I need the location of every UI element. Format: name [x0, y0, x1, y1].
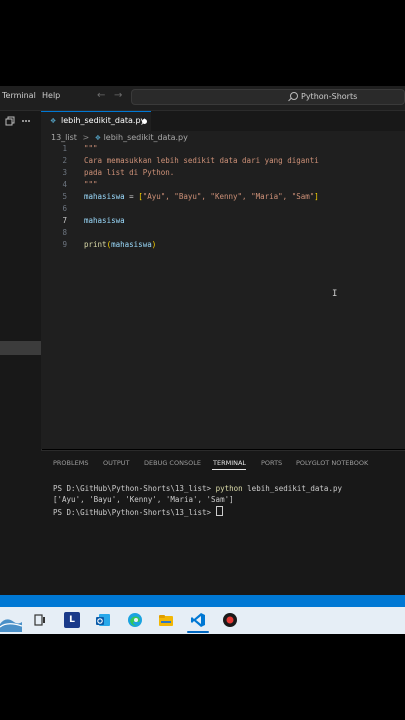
terminal-line-1[interactable]: PS D:\GitHub\Python-Shorts\13_list> pyth…	[53, 484, 342, 493]
outlook-icon[interactable]	[95, 612, 111, 628]
tab-ports[interactable]: PORTS	[261, 459, 282, 467]
code-line-2: Cara memasukkan lebih sedikit data dari …	[84, 156, 319, 165]
record-app-icon[interactable]	[222, 612, 238, 628]
launcher-l-icon[interactable]: L	[64, 612, 80, 628]
active-app-indicator	[187, 631, 209, 633]
edge-icon[interactable]	[127, 612, 143, 628]
editor-tab-row: ❖ lebih_sedikit_data.py	[41, 111, 405, 132]
bottom-panel: PROBLEMS OUTPUT DEBUG CONSOLE TERMINAL P…	[41, 450, 405, 596]
unsaved-dot-icon[interactable]	[142, 119, 147, 124]
tab-output[interactable]: OUTPUT	[103, 459, 130, 467]
terminal-args: lebih_sedikit_data.py	[242, 484, 342, 493]
line-number: 5	[62, 192, 67, 201]
terminal-prompt: PS D:\GitHub\Python-Shorts\13_list>	[53, 508, 216, 517]
line-number: 8	[62, 228, 67, 237]
code-line-7: mahasiswa	[84, 216, 125, 225]
tab-polyglot-notebook[interactable]: POLYGLOT NOTEBOOK	[296, 459, 368, 467]
code-line-1: """	[84, 144, 98, 153]
weather-widget-icon[interactable]	[0, 610, 22, 632]
line-number-active: 7	[62, 216, 67, 225]
command-center-search[interactable]: Python-Shorts	[131, 89, 405, 105]
tab-debug-console[interactable]: DEBUG CONSOLE	[144, 459, 201, 467]
code-token: mahasiswa	[84, 192, 125, 201]
line-number: 1	[62, 144, 67, 153]
line-number: 9	[62, 240, 67, 249]
code-token: ]	[314, 192, 319, 201]
file-explorer-icon[interactable]	[158, 612, 174, 628]
tab-lebih-sedikit-data[interactable]: ❖ lebih_sedikit_data.py	[41, 111, 151, 131]
terminal-output[interactable]: ['Ayu', 'Bayu', 'Kenny', 'Maria', 'Sam']	[53, 495, 234, 504]
menu-help[interactable]: Help	[42, 91, 60, 100]
text-cursor-icon: I	[332, 289, 338, 299]
activity-bar	[0, 111, 42, 595]
line-number: 3	[62, 168, 67, 177]
breadcrumb: 13_list > ❖ lebih_sedikit_data.py	[51, 133, 188, 142]
line-number: 2	[62, 156, 67, 165]
status-bar	[0, 595, 405, 607]
terminal-prompt: PS D:\GitHub\Python-Shorts\13_list>	[53, 484, 216, 493]
breadcrumb-file[interactable]: lebih_sedikit_data.py	[104, 133, 188, 142]
terminal-line-3[interactable]: PS D:\GitHub\Python-Shorts\13_list>	[53, 506, 223, 517]
code-line-4: """	[84, 180, 98, 189]
code-line-9: print(mahasiswa)	[84, 240, 156, 249]
search-label: Python-Shorts	[301, 92, 358, 101]
breadcrumb-separator: >	[82, 133, 90, 142]
copy-icon[interactable]	[5, 116, 15, 126]
code-token: "Ayu", "Bayu", "Kenny", "Maria", "Sam"	[142, 192, 315, 201]
python-file-icon: ❖	[50, 117, 57, 125]
tab-label: lebih_sedikit_data.py	[61, 116, 146, 125]
python-file-icon: ❖	[94, 134, 102, 142]
windows-taskbar: L	[0, 607, 405, 634]
tab-problems[interactable]: PROBLEMS	[53, 459, 88, 467]
code-token: print	[84, 240, 107, 249]
code-editor[interactable]: 13_list > ❖ lebih_sedikit_data.py 1 2 3 …	[41, 131, 405, 449]
breadcrumb-folder[interactable]: 13_list	[51, 133, 77, 142]
forward-arrow-icon[interactable]: →	[114, 90, 122, 101]
vscode-icon[interactable]	[190, 612, 206, 628]
active-tab-indicator	[212, 469, 246, 470]
code-token: mahasiswa	[111, 240, 152, 249]
code-line-5: mahasiswa = ["Ayu", "Bayu", "Kenny", "Ma…	[84, 192, 319, 201]
title-bar: Terminal Help ← → Python-Shorts	[0, 86, 405, 111]
code-line-3: pada list di Python.	[84, 168, 175, 177]
task-view-icon[interactable]	[33, 612, 47, 628]
activity-item-active[interactable]	[0, 341, 41, 355]
code-token: =	[124, 192, 139, 201]
line-number: 4	[62, 180, 67, 189]
menu-terminal[interactable]: Terminal	[2, 91, 36, 100]
terminal-cursor	[215, 506, 223, 516]
line-number: 6	[62, 204, 67, 213]
tab-terminal[interactable]: TERMINAL	[213, 459, 246, 467]
terminal-command: python	[215, 484, 243, 493]
search-icon	[290, 92, 298, 100]
code-token: )	[151, 240, 157, 249]
more-actions-icon[interactable]	[21, 116, 31, 126]
back-arrow-icon[interactable]: ←	[97, 90, 105, 101]
